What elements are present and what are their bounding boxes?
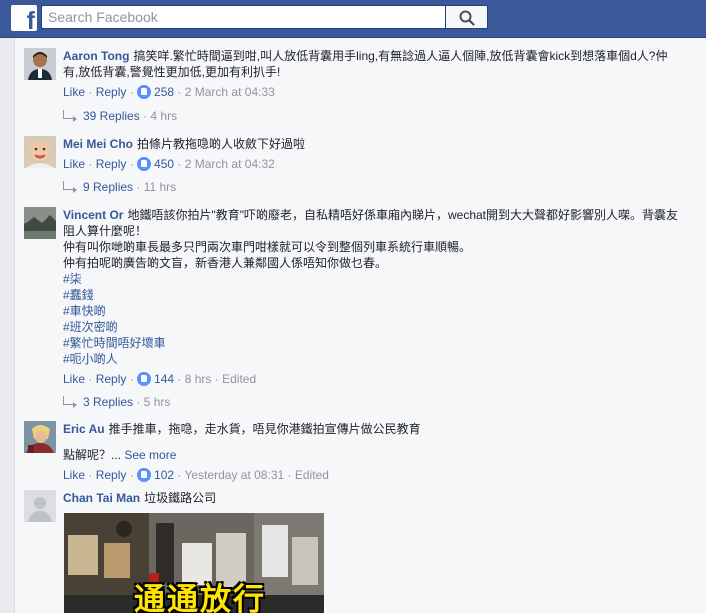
top-bar: f Search Facebook (0, 0, 706, 38)
edited-label[interactable]: Edited (222, 372, 256, 386)
hashtag-link[interactable]: #車快啲 (63, 303, 683, 319)
reply-link[interactable]: Reply (96, 468, 127, 482)
avatar[interactable] (24, 48, 56, 80)
facebook-logo-icon[interactable]: f (11, 5, 37, 31)
search-button[interactable] (446, 5, 488, 29)
comment-text-line: 地鐵唔該你拍片"教育"吓啲廢老，自私精唔好係車廂內睇片，wechat開到大大聲都… (127, 208, 679, 222)
comment-author[interactable]: Mei Mei Cho (63, 137, 133, 151)
hashtag-link[interactable]: #柒 (63, 271, 683, 287)
like-link[interactable]: Like (63, 468, 85, 482)
view-replies-link[interactable]: 39 Replies · 4 hrs (63, 108, 177, 124)
reply-arrow-icon (63, 110, 77, 122)
like-count-icon (137, 468, 152, 482)
comment-timestamp[interactable]: 2 March at 04:33 (185, 85, 275, 99)
replies-time: 4 hrs (150, 109, 178, 123)
like-link[interactable]: Like (63, 157, 85, 171)
comment-actions: Like · Reply · 144 · 8 hrs · Edited (63, 372, 257, 386)
comment-text-line: 搞笑咩.繁忙時間逼到咁,叫人放低背囊用手ling,有無諗過人逼人個陣,放低背囊會… (133, 49, 668, 63)
like-link[interactable]: Like (63, 372, 85, 386)
comment-attached-image[interactable]: 通通放行 (64, 513, 324, 613)
comment-author[interactable]: Aaron Tong (63, 49, 129, 63)
like-count[interactable]: 144 (154, 372, 174, 386)
avatar[interactable] (24, 421, 56, 453)
reply-arrow-icon (63, 396, 77, 408)
reply-link[interactable]: Reply (96, 372, 127, 386)
comment-timestamp[interactable]: Yesterday at 08:31 (185, 468, 285, 482)
comment-text-line: 阻人算什麼呢！ (63, 224, 148, 238)
comment-timestamp[interactable]: 2 March at 04:32 (185, 157, 275, 171)
comment-author[interactable]: Vincent Or (63, 208, 123, 222)
image-caption: 通通放行 (134, 582, 266, 613)
like-count-icon (137, 372, 152, 386)
view-replies-link[interactable]: 9 Replies · 11 hrs (63, 179, 176, 195)
comment-text-line: 拍條片教拖喼啲人收斂下好過啦 (137, 137, 306, 151)
reply-link[interactable]: Reply (96, 85, 127, 99)
comment-actions: Like · Reply · 450 · 2 March at 04:32 (63, 157, 275, 171)
like-count-icon (137, 157, 152, 171)
hashtag-link[interactable]: #繁忙時間唔好壞車 (63, 335, 683, 351)
see-more-link[interactable]: See more (124, 448, 176, 462)
like-count[interactable]: 102 (154, 468, 174, 482)
comment-text-line: 有,放低背囊,警覺性更加低,更加有利扒手! (63, 65, 281, 79)
hashtag-link[interactable]: #班次密啲 (63, 319, 683, 335)
comment-actions: Like · Reply · 102 · Yesterday at 08:31 … (63, 468, 329, 482)
search-icon (459, 10, 475, 26)
comment-text-line: 推手推車，拖喼，走水貨，唔見你港鐵拍宣傳片做公民教育 (108, 422, 421, 436)
like-link[interactable]: Like (63, 85, 85, 99)
avatar[interactable] (24, 207, 56, 239)
reply-link[interactable]: Reply (96, 157, 127, 171)
replies-time: 11 hrs (143, 180, 177, 194)
edited-label[interactable]: Edited (295, 468, 329, 482)
comment-timestamp[interactable]: 8 hrs (185, 372, 212, 386)
avatar[interactable] (24, 136, 56, 168)
comment-text-more: 點解呢？... (63, 448, 122, 462)
comment-text-line: 仲有叫你哋啲車長最多只門兩次車門咁樣就可以令到整個列車系統行車順暢。 (63, 240, 472, 254)
reply-arrow-icon (63, 181, 77, 193)
replies-count[interactable]: 3 Replies (83, 395, 133, 409)
hashtag-link[interactable]: #呃小啲人 (63, 351, 683, 367)
replies-time: 5 hrs (143, 395, 171, 409)
comment-author[interactable]: Eric Au (63, 422, 105, 436)
like-count[interactable]: 258 (154, 85, 174, 99)
view-replies-link[interactable]: 3 Replies · 5 hrs (63, 394, 170, 410)
search-input[interactable]: Search Facebook (41, 5, 446, 29)
comment-author[interactable]: Chan Tai Man (63, 491, 140, 505)
comment-text-line: 垃圾鐵路公司 (144, 491, 217, 505)
replies-count[interactable]: 39 Replies (83, 109, 140, 123)
comment-text-line: 仲有拍呢啲廣告啲文盲，新香港人兼鄰國人係唔知你做乜春。 (63, 256, 388, 270)
comment-actions: Like · Reply · 258 · 2 March at 04:33 (63, 85, 275, 99)
hashtag-link[interactable]: #蠢錢 (63, 287, 683, 303)
like-count[interactable]: 450 (154, 157, 174, 171)
replies-count[interactable]: 9 Replies (83, 180, 133, 194)
like-count-icon (137, 85, 152, 99)
avatar[interactable] (24, 490, 56, 522)
